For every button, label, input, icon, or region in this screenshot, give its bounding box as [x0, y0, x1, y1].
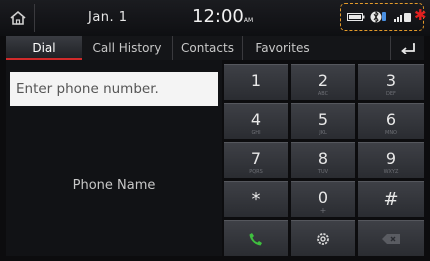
recording-dot-icon: ✱: [414, 6, 427, 24]
dial-screen: Jan. 1 12:00AM ✱ Dial Call History Conta…: [0, 0, 430, 261]
key-letters: GHI: [251, 130, 261, 136]
clock-time: 12:00: [192, 6, 244, 27]
key-letters: TUV: [317, 169, 329, 175]
keypad: 1 2 ABC 3 DEF 4 GHI 5 JKL 6 MNO 7 PQRS 8 TUV 9W…: [224, 64, 424, 258]
tab-favorites[interactable]: Favorites: [242, 36, 322, 60]
clock-ampm: AM: [243, 17, 254, 24]
key-letters: WXYZ: [383, 169, 399, 175]
key-3[interactable]: 3 DEF: [358, 64, 424, 100]
key-digit: 0: [317, 188, 329, 207]
key-digit: 7: [250, 149, 262, 168]
backspace-button[interactable]: [358, 220, 424, 256]
key-digit: 5: [317, 110, 329, 129]
tab-call-history[interactable]: Call History: [82, 36, 172, 60]
back-button[interactable]: [390, 36, 425, 60]
key-8[interactable]: 8 TUV: [291, 142, 355, 178]
tab-dial[interactable]: Dial: [6, 36, 82, 60]
key-digit: *: [251, 189, 261, 210]
key-digit: 6: [385, 110, 397, 129]
phone-name-label: Phone Name: [72, 178, 156, 193]
key-7[interactable]: 7 PQRS: [224, 142, 288, 178]
key-0[interactable]: 0 +: [291, 181, 355, 217]
phone-number-input[interactable]: Enter phone number.: [10, 72, 218, 106]
key-digit: 9: [385, 149, 397, 168]
status-indicators: [340, 3, 424, 31]
key-letters: +: [319, 206, 327, 215]
bluetooth-phone-icon: [370, 10, 386, 24]
home-icon: [10, 10, 26, 25]
key-digit: 1: [250, 71, 262, 90]
key-letters: MNO: [385, 130, 397, 136]
tab-bar: Dial Call History Contacts Favorites: [6, 36, 424, 60]
key-digit: #: [383, 189, 399, 210]
key-2[interactable]: 2 ABC: [291, 64, 355, 100]
tab-contacts[interactable]: Contacts: [172, 36, 242, 60]
key-digit: 8: [317, 149, 329, 168]
clock-display: 12:00AM: [192, 6, 253, 27]
date-display: Jan. 1: [88, 10, 128, 25]
key-5[interactable]: 5 JKL: [291, 103, 355, 139]
gear-icon: [317, 232, 329, 245]
phone-call-icon: [249, 232, 262, 245]
key-9[interactable]: 9 WXYZ: [358, 142, 424, 178]
key-hash[interactable]: #: [358, 181, 424, 217]
back-icon: [401, 43, 415, 54]
key-letters: ABC: [317, 91, 329, 97]
key-digit: 2: [317, 71, 329, 90]
status-bar: Jan. 1 12:00AM ✱: [0, 0, 430, 36]
key-letters: DEF: [386, 91, 396, 97]
key-6[interactable]: 6 MNO: [358, 103, 424, 139]
key-letters: PQRS: [249, 169, 263, 175]
key-letters: JKL: [319, 130, 327, 136]
key-4[interactable]: 4 GHI: [224, 103, 288, 139]
home-button[interactable]: [2, 4, 35, 32]
signal-icon: [394, 13, 411, 22]
key-digit: 4: [250, 110, 262, 129]
key-digit: 3: [385, 71, 397, 90]
dial-info-panel: Enter phone number. Phone Name: [6, 60, 222, 256]
battery-icon: [347, 13, 365, 21]
backspace-icon: [382, 233, 400, 244]
key-star[interactable]: *: [224, 181, 288, 217]
key-1[interactable]: 1: [224, 64, 288, 100]
call-button[interactable]: [224, 220, 288, 256]
settings-button[interactable]: [291, 220, 355, 256]
